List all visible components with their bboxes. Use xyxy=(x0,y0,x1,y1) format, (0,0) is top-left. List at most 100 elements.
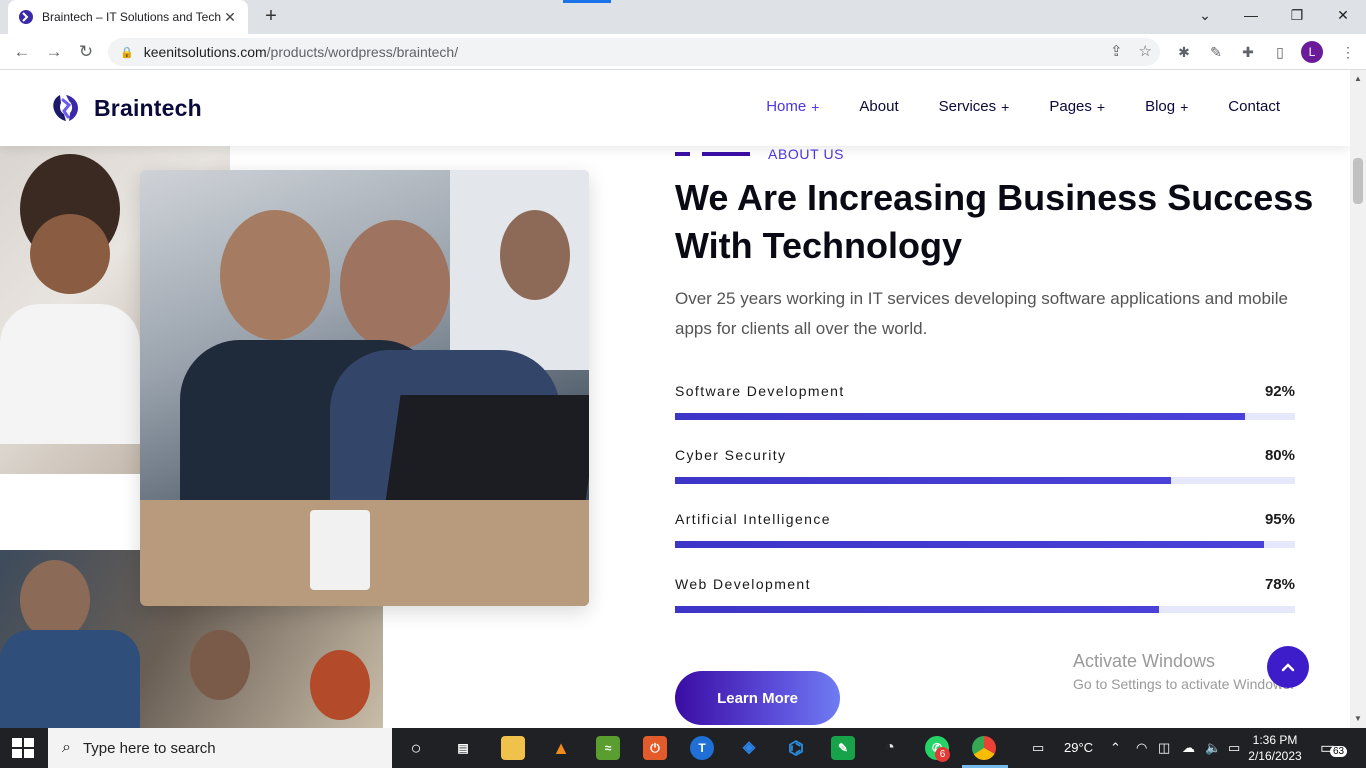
nav-pages-expand-icon: + xyxy=(1096,98,1106,115)
show-hidden-icons-chevron-icon[interactable]: ⌃ xyxy=(1110,728,1121,768)
taskbar-search-box[interactable]: ⌕ Type here to search xyxy=(48,728,392,768)
chevron-up-icon xyxy=(1281,663,1295,672)
share-icon[interactable]: ⇪ xyxy=(1110,42,1123,60)
search-icon: ⌕ xyxy=(62,739,71,756)
network-icon[interactable]: ◠ xyxy=(1136,728,1147,768)
speed-test-icon[interactable]: ◔ xyxy=(878,736,902,760)
nav-blog[interactable]: Blog + xyxy=(1145,98,1188,115)
section-headline: We Are Increasing Business Success With … xyxy=(675,174,1315,270)
side-panel-icon[interactable]: ▯ xyxy=(1270,42,1290,62)
address-bar[interactable]: 🔒 keenitsolutions.com/products/wordpress… xyxy=(108,38,1160,66)
chrome-icon[interactable] xyxy=(972,736,996,760)
skill-percent: 78% xyxy=(1264,576,1295,593)
progress-track xyxy=(675,413,1295,420)
headline-line-2: With Technology xyxy=(675,225,962,266)
new-tab-button[interactable]: + xyxy=(260,5,282,27)
notification-center-icon[interactable]: ▭ 63 xyxy=(1320,738,1348,760)
nav-home-expand-icon: + xyxy=(811,98,820,115)
battery-icon[interactable]: ▭ xyxy=(1228,728,1240,768)
nav-about[interactable]: About xyxy=(859,98,898,115)
browser-tab-strip: Braintech – IT Solutions and Tech ✕ + ⌄ … xyxy=(0,0,1366,34)
minimize-window-button[interactable]: — xyxy=(1228,0,1274,30)
notification-count: 63 xyxy=(1330,746,1348,757)
temperature-readout[interactable]: 29°C xyxy=(1064,728,1093,768)
skill-cyber-security: Cyber Security 80% xyxy=(675,447,1295,484)
skill-name: Cyber Security xyxy=(675,447,787,463)
system-clock[interactable]: 1:36 PM 2/16/2023 xyxy=(1245,732,1305,764)
extensions-puzzle-icon[interactable]: ✚ xyxy=(1238,42,1258,62)
close-window-button[interactable]: ✕ xyxy=(1320,0,1366,30)
cortana-icon[interactable]: ○ xyxy=(404,736,428,760)
nav-blog-expand-icon: + xyxy=(1180,98,1189,115)
scroll-to-top-button[interactable] xyxy=(1267,646,1309,688)
page-scrollbar[interactable]: ▲ ▼ xyxy=(1350,70,1366,728)
reload-icon[interactable]: ↻ xyxy=(74,40,98,64)
nav-services[interactable]: Services + xyxy=(939,98,1010,115)
app-green-icon[interactable]: ≈ xyxy=(596,736,620,760)
whatsapp-badge: 6 xyxy=(935,747,950,762)
scroll-down-arrow-icon[interactable]: ▼ xyxy=(1350,714,1366,723)
site-logo[interactable]: Braintech xyxy=(50,92,202,124)
volume-icon[interactable]: 🔈 xyxy=(1205,728,1221,768)
watermark-subtitle: Go to Settings to activate Windows. xyxy=(1073,676,1294,692)
weather-icon[interactable]: ▭ xyxy=(1032,728,1044,768)
progress-fill xyxy=(675,541,1264,548)
app-notes-icon[interactable]: ✎ xyxy=(831,736,855,760)
browser-tab[interactable]: Braintech – IT Solutions and Tech ✕ xyxy=(8,0,248,34)
photo-men-at-laptop xyxy=(140,170,589,606)
nav-services-expand-icon: + xyxy=(1001,98,1010,115)
skill-artificial-intelligence: Artificial Intelligence 95% xyxy=(675,511,1295,548)
brand-name: Braintech xyxy=(94,94,202,121)
about-us-label: ABOUT US xyxy=(768,146,845,162)
skill-name: Software Development xyxy=(675,383,845,399)
restore-window-button[interactable]: ❐ xyxy=(1274,0,1320,30)
close-tab-icon[interactable]: ✕ xyxy=(222,9,238,26)
scrollbar-thumb[interactable] xyxy=(1353,158,1363,204)
url-host: keenitsolutions.com xyxy=(143,44,267,60)
eyebrow-bar-long xyxy=(702,152,750,156)
app-power-icon[interactable]: ⏻ xyxy=(643,736,667,760)
meet-now-icon[interactable]: ◫ xyxy=(1158,728,1170,768)
progress-fill xyxy=(675,606,1159,613)
nav-home-label: Home xyxy=(766,98,807,115)
nav-pages-label: Pages xyxy=(1049,98,1092,115)
back-arrow-icon[interactable]: ← xyxy=(10,40,34,64)
nav-contact[interactable]: Contact xyxy=(1228,98,1280,115)
search-placeholder: Type here to search xyxy=(82,739,216,757)
app-t-icon[interactable]: T xyxy=(690,736,714,760)
vscode-icon[interactable]: ⌬ xyxy=(784,736,808,760)
eyebrow-bar-short xyxy=(675,152,690,156)
extension-color-picker-icon[interactable]: ✎ xyxy=(1206,42,1226,62)
onedrive-icon[interactable]: ☁ xyxy=(1182,728,1195,768)
nav-home[interactable]: Home + xyxy=(766,98,819,115)
skill-name: Web Development xyxy=(675,576,811,592)
learn-more-button[interactable]: Learn More xyxy=(675,671,840,725)
file-explorer-icon[interactable] xyxy=(501,736,525,760)
braintech-favicon-icon xyxy=(19,10,33,24)
skill-percent: 80% xyxy=(1264,447,1295,464)
nav-pages[interactable]: Pages + xyxy=(1049,98,1105,115)
browser-menu-icon[interactable]: ⋮ xyxy=(1338,42,1358,62)
forward-arrow-icon[interactable]: → xyxy=(42,40,66,64)
tab-search-chevron-icon[interactable]: ⌄ xyxy=(1182,0,1228,30)
windows-taskbar: ⌕ Type here to search ○ ▤ ▲ ≈ ⏻ T ◈ ⌬ ✎ … xyxy=(0,728,1366,768)
profile-avatar[interactable]: L xyxy=(1301,41,1323,63)
windows-start-icon[interactable] xyxy=(12,738,34,758)
main-navigation: Home + About Services + Pages + Blog + Conta… xyxy=(766,98,1280,115)
app-chat-icon[interactable]: ◈ xyxy=(737,736,761,760)
lock-icon[interactable]: 🔒 xyxy=(120,46,134,59)
task-view-icon[interactable]: ▤ xyxy=(451,736,475,760)
page-viewport: Braintech Home + About Services + Pages + B… xyxy=(0,70,1350,728)
progress-track xyxy=(675,477,1295,484)
skill-percent: 95% xyxy=(1264,511,1295,528)
extension-bug-icon[interactable]: ✱ xyxy=(1174,42,1194,62)
bookmark-star-icon[interactable]: ☆ xyxy=(1139,42,1152,60)
vlc-icon[interactable]: ▲ xyxy=(549,736,573,760)
progress-fill xyxy=(675,413,1246,420)
scroll-up-arrow-icon[interactable]: ▲ xyxy=(1350,74,1366,83)
skill-software-development: Software Development 92% xyxy=(675,383,1295,420)
nav-services-label: Services xyxy=(938,98,997,115)
tab-title: Braintech – IT Solutions and Tech xyxy=(42,10,222,24)
loading-indicator xyxy=(563,0,611,3)
nav-blog-label: Blog xyxy=(1145,98,1176,115)
